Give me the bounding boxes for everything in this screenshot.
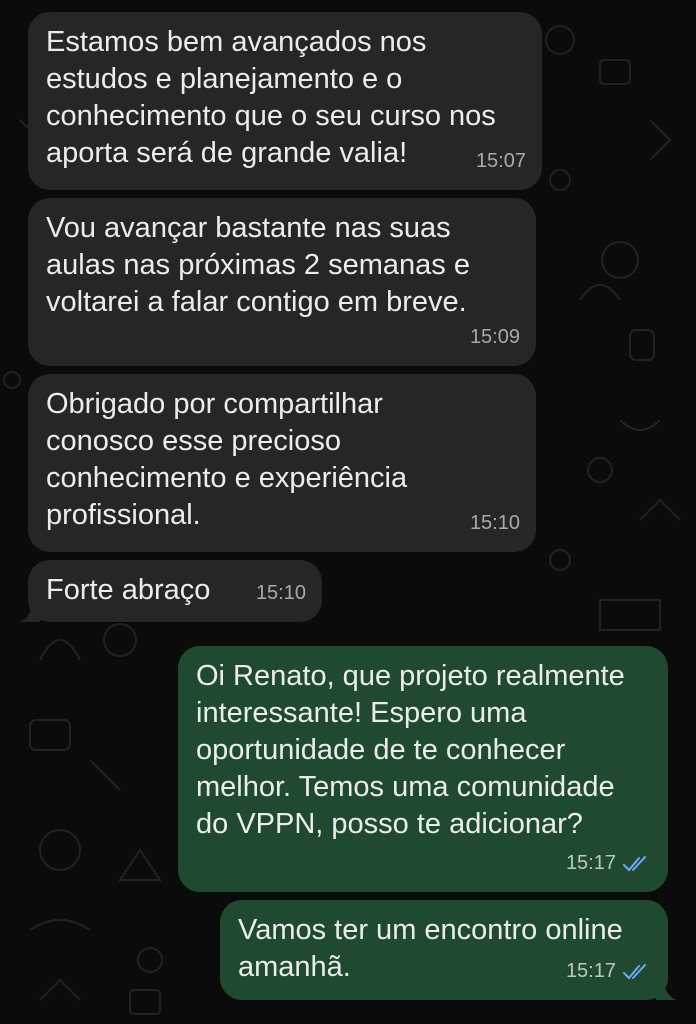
bubble-tail [656,980,676,1000]
message-bubble-outgoing[interactable]: Vamos ter um encontro online amanhã. 15:… [220,900,676,1000]
message-time: 15:10 [256,575,306,612]
message-bubble-outgoing[interactable]: Oi Renato, que projeto realmente interes… [178,646,668,892]
message-text: Oi Renato, que projeto realmente interes… [196,660,625,840]
message-bubble-incoming[interactable]: Vou avançar bastante nas suas aulas nas … [28,198,536,366]
timestamp: 15:10 [255,582,306,604]
message-text: Estamos bem avançados nos estudos e plan… [46,26,496,169]
message-text: Obrigado por compartilhar conosco esse p… [46,388,408,531]
message-time: 15:10 [470,505,520,542]
message-time: 15:17 [566,845,652,882]
timestamp: 15:09 [469,326,520,348]
message-bubble-incoming[interactable]: Estamos bem avançados nos estudos e plan… [28,12,542,190]
timestamp: 15:17 [565,960,616,982]
message-bubble-incoming[interactable]: Forte abraço 15:10 [20,560,322,622]
message-bubble-incoming[interactable]: Obrigado por compartilhar conosco esse p… [28,374,536,552]
timestamp: 15:17 [565,852,616,874]
message-text: Vou avançar bastante nas suas aulas nas … [46,212,470,318]
timestamp: 15:10 [469,512,520,534]
double-check-read-icon [623,855,646,871]
bubble-tail [20,602,40,622]
message-time: 15:09 [470,319,520,356]
double-check-read-icon [623,963,646,979]
message-time: 15:07 [476,143,526,180]
message-time: 15:17 [566,953,652,990]
timestamp: 15:07 [475,150,526,172]
